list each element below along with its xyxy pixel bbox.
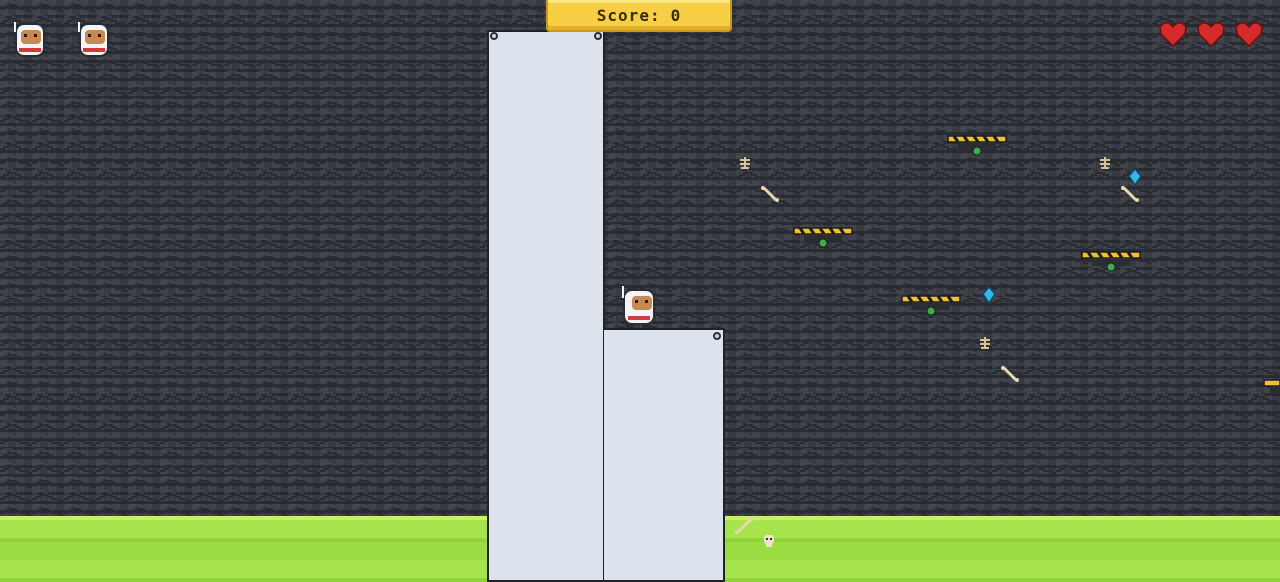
heart-icon: [1197, 22, 1225, 48]
score-label: Score:: [596, 5, 661, 25]
skull-icon: [764, 535, 774, 547]
heart-icon: [1159, 22, 1187, 48]
ground-left: [0, 516, 488, 582]
bolt-icon: [594, 32, 602, 40]
game-canvas[interactable]: Score: 0: [0, 0, 1280, 582]
score-panel: Score: 0: [546, 0, 732, 32]
heart-icon: [1235, 22, 1263, 48]
hover-drone-icon: [1263, 379, 1280, 394]
fossil-icon: [1100, 157, 1110, 169]
bone-icon: [735, 518, 753, 534]
hover-drone-icon: [901, 295, 961, 316]
bone-icon: [1001, 366, 1019, 382]
ground-right: [724, 516, 1280, 582]
tall-pillar: [487, 30, 605, 582]
bone-icon: [1121, 186, 1139, 202]
hover-drone-icon: [947, 135, 1007, 156]
life-astronaut-icon: [78, 22, 109, 57]
player-astronaut-icon: [622, 286, 655, 328]
score-value: 0: [670, 5, 682, 25]
step-pillar: [604, 328, 725, 582]
fossil-icon: [980, 337, 990, 349]
bolt-icon: [490, 32, 498, 40]
bone-icon: [761, 186, 779, 202]
blue-gem-icon: [982, 286, 996, 304]
hover-drone-icon: [793, 227, 853, 248]
fossil-icon: [740, 157, 750, 169]
life-astronaut-icon: [14, 22, 45, 57]
hover-drone-icon: [1081, 251, 1141, 272]
bolt-icon: [713, 332, 721, 340]
